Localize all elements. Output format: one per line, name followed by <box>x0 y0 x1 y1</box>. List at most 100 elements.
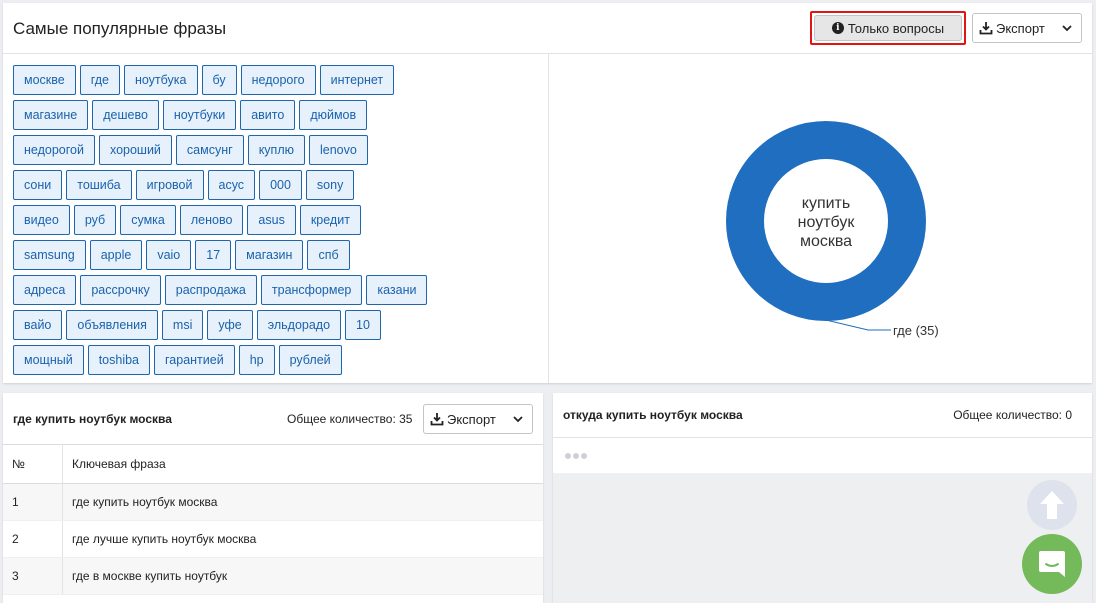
panel-title: Самые популярные фразы <box>13 19 227 38</box>
phrase-tag[interactable]: ноутбука <box>123 65 198 95</box>
phrase-tag[interactable]: ноутбуки <box>162 100 237 130</box>
phrase-tag[interactable]: apple <box>89 240 143 270</box>
phrase-tag[interactable]: вайо <box>13 310 63 340</box>
phrase-tag[interactable]: распродажа <box>164 275 257 305</box>
phrase-tag[interactable]: 000 <box>259 170 302 200</box>
donut-chart: где (35) купить ноутбук москва <box>726 121 939 338</box>
phrase-tag[interactable]: рублей <box>278 345 342 375</box>
phrase-tag[interactable]: игровой <box>135 170 204 200</box>
slice-leader-line <box>825 319 891 331</box>
phrase-tag[interactable]: дешево <box>92 100 159 130</box>
row-phrase: где лучше купить ноутбук москва <box>62 520 543 558</box>
phrase-tag[interactable]: объявления <box>66 310 158 340</box>
phrase-tag[interactable]: видео <box>13 205 70 235</box>
phrase-tag[interactable]: магазине <box>13 100 89 130</box>
phrase-tag[interactable]: трансформер <box>260 275 363 305</box>
phrase-tag[interactable]: sony <box>305 170 355 200</box>
phrase-tag[interactable]: уфе <box>207 310 253 340</box>
row-phrase: где в москве купить ноутбук <box>62 557 543 595</box>
phrase-tag[interactable]: казани <box>366 275 428 305</box>
phrase-tag[interactable]: магазин <box>235 240 304 270</box>
chevron-down-icon <box>513 416 523 423</box>
row-number: 1 <box>3 483 63 521</box>
chevron-down-icon <box>1062 25 1072 32</box>
tag-row: samsung apple vaio 17 магазин спб <box>13 240 543 272</box>
phrase-tag[interactable]: эльдорадо <box>256 310 342 340</box>
donut-center-label: ноутбук <box>798 214 856 231</box>
panel-title: где купить ноутбук москва <box>13 412 172 426</box>
phrase-tag[interactable]: vaio <box>146 240 192 270</box>
phrase-tag[interactable]: самсунг <box>175 135 244 165</box>
phrase-tag[interactable]: 17 <box>195 240 232 270</box>
only-questions-highlight: i Только вопросы <box>810 11 966 45</box>
phrase-tag[interactable]: леново <box>179 205 244 235</box>
scroll-up-button[interactable] <box>1027 480 1077 530</box>
phrase-tag[interactable]: недорого <box>240 65 316 95</box>
download-icon <box>979 22 993 35</box>
tag-row: москве где ноутбука бу недорого интернет <box>13 65 543 97</box>
donut-center-label: москва <box>800 233 852 250</box>
row-phrase: где купить ноутбук москва <box>62 483 543 521</box>
row-number: 3 <box>3 557 63 595</box>
panel-title: откуда купить ноутбук москва <box>563 408 743 422</box>
donut-center-label: купить <box>802 195 850 212</box>
slice-label: где (35) <box>893 323 939 338</box>
tag-row: магазине дешево ноутбуки авито дюймов <box>13 100 543 132</box>
phrase-tag[interactable]: хороший <box>98 135 172 165</box>
chat-button[interactable] <box>1022 534 1082 594</box>
phrase-tag[interactable]: 10 <box>345 310 381 340</box>
phrase-tag[interactable]: где <box>79 65 120 95</box>
phrase-tag[interactable]: руб <box>73 205 117 235</box>
export-button[interactable]: Экспорт <box>972 13 1082 43</box>
column-header-number[interactable]: № <box>3 445 63 484</box>
phrase-tag[interactable]: бу <box>201 65 237 95</box>
tag-row: мощный toshiba гарантией hp рублей <box>13 345 543 377</box>
tag-row: сони тошиба игровой асус 000 sony <box>13 170 543 202</box>
phrase-tag[interactable]: асус <box>207 170 256 200</box>
phrase-tag[interactable]: рассрочку <box>80 275 161 305</box>
phrase-tag[interactable]: сони <box>13 170 63 200</box>
panel-body <box>553 473 1092 603</box>
phrase-tag[interactable]: москве <box>13 65 76 95</box>
phrase-tag[interactable]: гарантией <box>154 345 235 375</box>
total-count: Общее количество: 35 <box>287 412 413 426</box>
phrase-tag[interactable]: дюймов <box>299 100 368 130</box>
info-icon: i <box>831 22 844 34</box>
phrase-tag[interactable]: авито <box>240 100 296 130</box>
phrase-tags-area: москве где ноутбука бу недорого интернет магаз… <box>3 54 549 383</box>
tag-row: недорогой хороший самсунг куплю lenovo <box>13 135 543 167</box>
export-button[interactable]: Экспорт <box>423 404 533 434</box>
phrase-tag[interactable]: toshiba <box>87 345 151 375</box>
phrase-tag[interactable]: сумка <box>120 205 176 235</box>
panel-header: откуда купить ноутбук москва Общее колич… <box>553 393 1092 438</box>
phrase-tag[interactable]: lenovo <box>308 135 368 165</box>
panel-header: Самые популярные фразы i Только вопросы … <box>3 3 1092 54</box>
export-label: Экспорт <box>447 411 496 427</box>
phrase-tag[interactable]: интернет <box>319 65 395 95</box>
phrase-tag[interactable]: куплю <box>247 135 305 165</box>
phrase-tag[interactable]: кредит <box>299 205 361 235</box>
table-row[interactable]: 1 где купить ноутбук москва <box>3 483 543 521</box>
phrase-tag[interactable]: мощный <box>13 345 84 375</box>
phrase-tag[interactable]: тошиба <box>66 170 132 200</box>
loading-dots-icon <box>565 453 589 459</box>
phrase-tag[interactable]: адреса <box>13 275 77 305</box>
total-count: Общее количество: 0 <box>953 408 1072 422</box>
only-questions-button[interactable]: i Только вопросы <box>814 15 962 41</box>
loading-indicator <box>553 438 1092 473</box>
phrase-tag[interactable]: msi <box>161 310 204 340</box>
phrase-tag[interactable]: hp <box>238 345 275 375</box>
column-header-phrase[interactable]: Ключевая фраза <box>62 445 543 484</box>
donut-chart-area: где (35) купить ноутбук москва <box>549 54 1092 383</box>
table-row[interactable]: 3 где в москве купить ноутбук <box>3 557 543 595</box>
phrase-tag[interactable]: samsung <box>13 240 86 270</box>
only-questions-label: Только вопросы <box>847 20 945 36</box>
table-row[interactable]: 2 где лучше купить ноутбук москва <box>3 520 543 558</box>
phrase-tag[interactable]: недорогой <box>13 135 95 165</box>
chat-icon <box>1039 551 1065 577</box>
popular-phrases-panel: Самые популярные фразы i Только вопросы … <box>3 3 1092 383</box>
phrase-tag[interactable]: спб <box>307 240 350 270</box>
panel-header: где купить ноутбук москва Общее количест… <box>3 393 543 445</box>
phrase-tag[interactable]: asus <box>247 205 296 235</box>
arrow-up-icon <box>1040 491 1064 519</box>
